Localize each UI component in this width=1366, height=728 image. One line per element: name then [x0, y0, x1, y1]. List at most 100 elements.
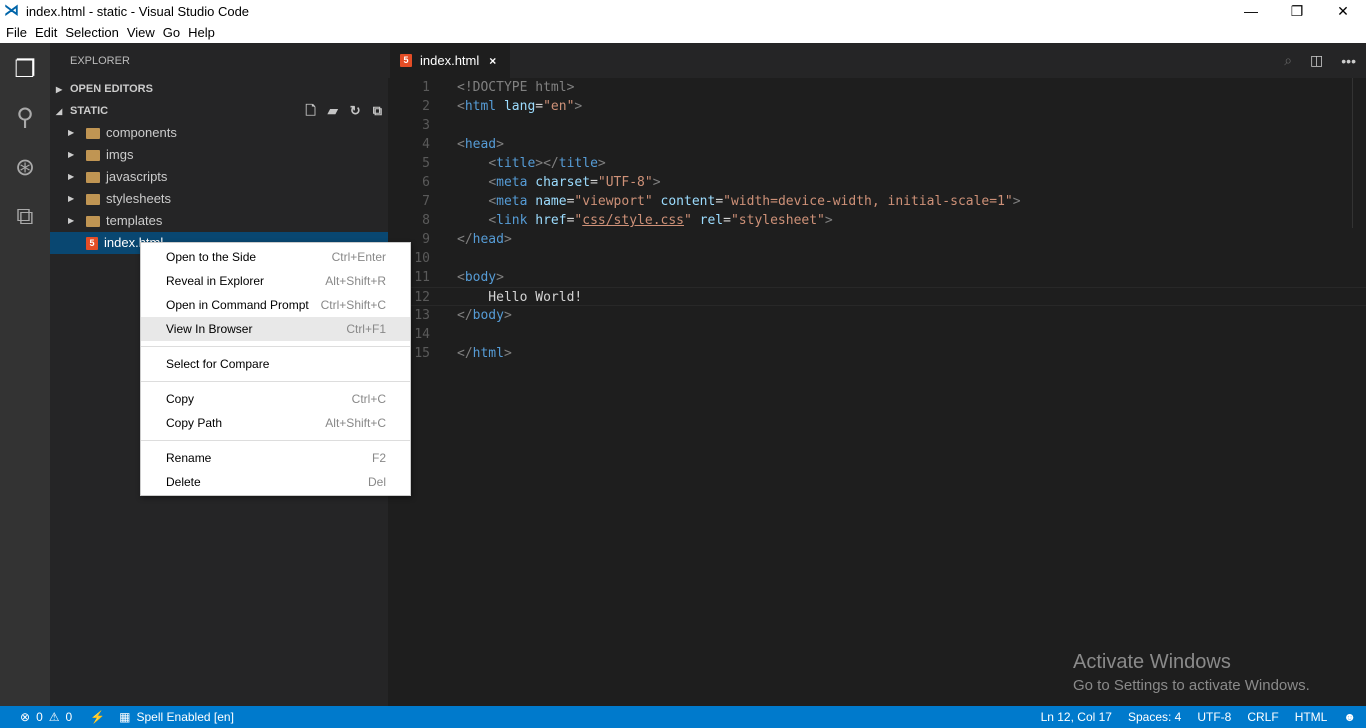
- static-folder-section[interactable]: ◢ STATIC 🗋 ▰ ↻ ⧉: [50, 100, 388, 122]
- tree-item[interactable]: ▶ javascripts: [50, 166, 388, 188]
- html5-icon: 5: [400, 54, 412, 67]
- code-line[interactable]: 3: [388, 116, 1366, 135]
- indentation[interactable]: Spaces: 4: [1128, 710, 1181, 724]
- code-line[interactable]: 13 </body>: [388, 306, 1366, 325]
- new-file-icon[interactable]: 🗋: [305, 100, 315, 122]
- code-line[interactable]: 5 <title></title>: [388, 154, 1366, 173]
- code-token: >: [652, 175, 661, 190]
- expand-caret-icon[interactable]: ▶: [68, 144, 86, 166]
- menu-item[interactable]: Copy Ctrl+C: [141, 387, 410, 411]
- tree-item[interactable]: ▶ imgs: [50, 144, 388, 166]
- menu-go[interactable]: Go: [163, 25, 180, 40]
- tree-item[interactable]: ▶ components: [50, 122, 388, 144]
- error-icon[interactable]: ⊗: [20, 710, 30, 724]
- open-editors-section[interactable]: ▶ OPEN EDITORS: [50, 78, 388, 100]
- tree-item[interactable]: ▶ templates: [50, 210, 388, 232]
- menu-item-shortcut: Ctrl+Shift+C: [320, 298, 386, 312]
- code-line[interactable]: 1 <!DOCTYPE html>: [388, 78, 1366, 97]
- expand-caret-icon[interactable]: ▶: [68, 122, 86, 144]
- tab-index-html[interactable]: 5 index.html ×: [390, 43, 510, 78]
- line-ending[interactable]: CRLF: [1247, 710, 1278, 724]
- line-code: Hello World!: [457, 288, 582, 307]
- code-line[interactable]: 14: [388, 325, 1366, 344]
- minimize-button[interactable]: —: [1228, 0, 1274, 22]
- menu-item[interactable]: Select for Compare: [141, 352, 410, 376]
- menu-file[interactable]: File: [6, 25, 27, 40]
- menu-view[interactable]: View: [127, 25, 155, 40]
- line-code: <!DOCTYPE html>: [457, 78, 574, 97]
- code-token: <: [488, 175, 497, 190]
- error-count[interactable]: 0: [36, 710, 43, 724]
- split-editor-icon[interactable]: ◫: [1310, 52, 1323, 69]
- menu-item[interactable]: Copy Path Alt+Shift+C: [141, 411, 410, 435]
- watermark-subtitle: Go to Settings to activate Windows.: [1073, 677, 1310, 694]
- menu-item[interactable]: Open to the Side Ctrl+Enter: [141, 245, 410, 269]
- close-button[interactable]: ✕: [1320, 0, 1366, 22]
- code-line[interactable]: 12 Hello World!: [388, 287, 1366, 306]
- code-line[interactable]: 10: [388, 249, 1366, 268]
- code-token: ": [684, 213, 692, 228]
- open-editors-label: OPEN EDITORS: [70, 83, 153, 95]
- menu-help[interactable]: Help: [188, 25, 215, 40]
- feedback-smiley-icon[interactable]: ☻: [1343, 710, 1356, 724]
- warning-icon[interactable]: ⚠: [49, 710, 60, 724]
- expand-caret-icon[interactable]: ▶: [68, 188, 86, 210]
- line-code: <html lang="en">: [457, 97, 582, 116]
- code-token: charset: [535, 175, 591, 190]
- menu-item[interactable]: Delete Del: [141, 470, 410, 494]
- search-icon[interactable]: ⚲: [0, 93, 50, 141]
- code-token: link: [496, 213, 528, 228]
- menu-item[interactable]: View In Browser Ctrl+F1: [141, 317, 410, 341]
- spell-icon: ▦: [119, 710, 131, 724]
- expand-caret-icon[interactable]: ▶: [68, 210, 86, 232]
- encoding[interactable]: UTF-8: [1197, 710, 1231, 724]
- tree-item-label: imgs: [106, 147, 134, 162]
- maximize-button[interactable]: ❐: [1274, 0, 1320, 22]
- cursor-position[interactable]: Ln 12, Col 17: [1041, 710, 1112, 724]
- activate-windows-watermark: Activate Windows Go to Settings to activ…: [1073, 651, 1310, 694]
- code-line[interactable]: 4 <head>: [388, 135, 1366, 154]
- new-folder-icon[interactable]: ▰: [328, 100, 338, 122]
- more-actions-icon[interactable]: •••: [1341, 53, 1356, 69]
- code-editor[interactable]: 1 <!DOCTYPE html> 2 <html lang="en"> 3 4 <head…: [388, 78, 1366, 706]
- explorer-icon[interactable]: ❐: [0, 45, 50, 93]
- code-line[interactable]: 6 <meta charset="UTF-8">: [388, 173, 1366, 192]
- collapse-all-icon[interactable]: ⧉: [373, 100, 382, 122]
- folder-icon: [86, 215, 100, 227]
- menu-item[interactable]: Reveal in Explorer Alt+Shift+R: [141, 269, 410, 293]
- menu-edit[interactable]: Edit: [35, 25, 57, 40]
- code-line[interactable]: 9 </head>: [388, 230, 1366, 249]
- spell-status[interactable]: Spell Enabled [en]: [137, 710, 234, 724]
- close-tab-icon[interactable]: ×: [489, 54, 496, 68]
- debug-icon[interactable]: ⊛: [0, 143, 50, 191]
- code-token: >: [503, 308, 512, 323]
- language-mode[interactable]: HTML: [1295, 710, 1328, 724]
- refresh-icon[interactable]: ↻: [350, 100, 361, 122]
- code-token: <: [488, 213, 497, 228]
- warning-count[interactable]: 0: [66, 710, 73, 724]
- code-line[interactable]: 8 <link href="css/style.css" rel="styles…: [388, 211, 1366, 230]
- menu-item-shortcut: Alt+Shift+C: [325, 416, 386, 430]
- menu-item-label: Open in Command Prompt: [166, 298, 309, 312]
- folder-icon: [86, 193, 100, 205]
- code-token: rel: [699, 213, 724, 228]
- lightning-icon[interactable]: ⚡: [90, 710, 105, 724]
- code-line[interactable]: 11 <body>: [388, 268, 1366, 287]
- tree-item[interactable]: ▶ stylesheets: [50, 188, 388, 210]
- extensions-icon[interactable]: ⧉: [0, 193, 50, 241]
- menu-item[interactable]: Rename F2: [141, 446, 410, 470]
- code-line[interactable]: 7 <meta name="viewport" content="width=d…: [388, 192, 1366, 211]
- code-line[interactable]: 2 <html lang="en">: [388, 97, 1366, 116]
- menu-selection[interactable]: Selection: [65, 25, 118, 40]
- code-token: >: [566, 80, 575, 95]
- code-token: html: [464, 99, 497, 114]
- open-changes-icon[interactable]: ⌕: [1284, 52, 1292, 69]
- code-line[interactable]: 15 </html>: [388, 344, 1366, 363]
- menu-item[interactable]: Open in Command Prompt Ctrl+Shift+C: [141, 293, 410, 317]
- code-token: html: [472, 346, 504, 361]
- expand-caret-icon[interactable]: ▶: [68, 166, 86, 188]
